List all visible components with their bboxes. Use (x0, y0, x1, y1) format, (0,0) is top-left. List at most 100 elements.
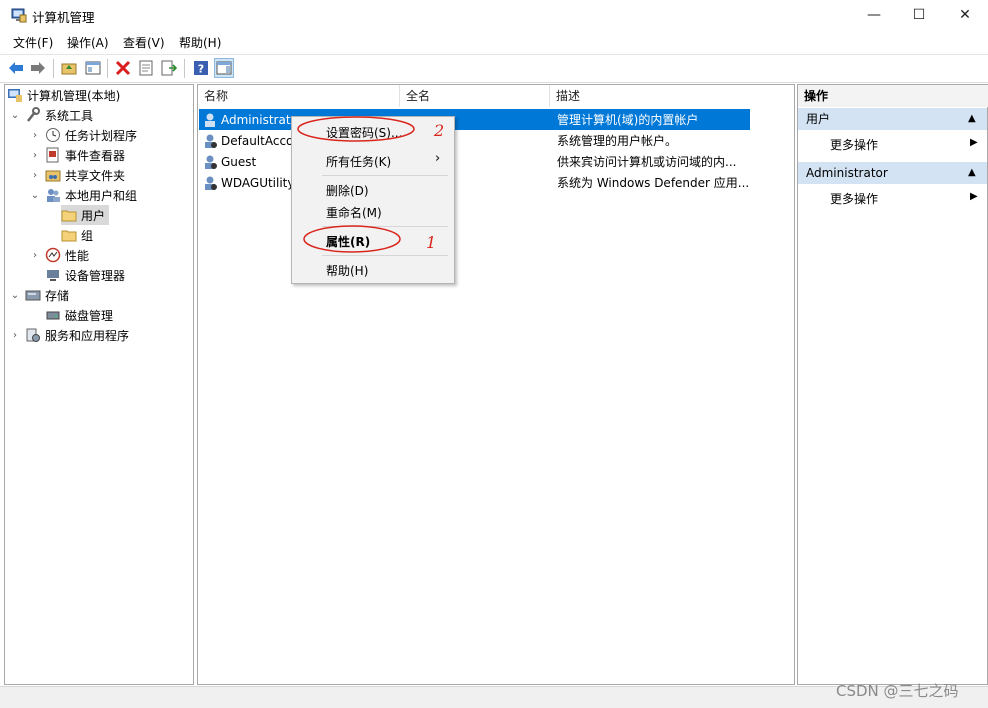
event-viewer-icon (46, 147, 59, 163)
toolbar-separator (107, 59, 108, 78)
chevron-right-icon[interactable]: › (9, 330, 21, 341)
table-row[interactable]: WDAGUtilityAccount 系统为 Windows Defender … (199, 172, 750, 193)
help-button[interactable]: ? (192, 59, 210, 77)
chevron-right-icon[interactable]: › (29, 250, 41, 261)
minimize-button[interactable]: — (851, 0, 897, 30)
clock-icon (46, 128, 60, 142)
disabled-user-icon (205, 134, 217, 148)
device-manager-icon (47, 270, 59, 281)
collapse-up-icon[interactable]: ▲ (968, 162, 976, 184)
actions-section-administrator[interactable]: Administrator ▲ (798, 162, 987, 184)
actions-section-users[interactable]: 用户 ▲ (798, 108, 987, 130)
forward-button[interactable] (29, 59, 47, 77)
annotation-ellipse-properties (303, 225, 401, 253)
chevron-right-icon[interactable]: › (29, 150, 41, 161)
menu-file[interactable]: 文件(F) (13, 34, 53, 51)
back-arrow-icon (9, 62, 23, 74)
watermark: CSDN @三七之码 (836, 682, 959, 700)
tree-item-groups[interactable]: 组 (61, 225, 93, 245)
shared-folder-icon (45, 170, 61, 182)
actions-pane: 操作 用户 ▲ 更多操作 ▶ Administrator ▲ 更多操作 ▶ (797, 84, 988, 685)
menu-view[interactable]: 查看(V) (123, 34, 165, 51)
window-title: 计算机管理 (32, 10, 95, 25)
tree-label: 设备管理器 (65, 268, 126, 283)
action-more-actions-administrator[interactable]: 更多操作 (830, 190, 878, 207)
back-button[interactable] (7, 59, 25, 77)
tree-label: 共享文件夹 (65, 168, 126, 183)
row-description: 系统为 Windows Defender 应用... (557, 176, 750, 190)
toolbar-separator (53, 59, 54, 78)
storage-icon (25, 290, 41, 301)
minimize-icon: — (867, 7, 881, 23)
folder-icon (61, 230, 77, 242)
row-name: Guest (221, 154, 257, 169)
tools-icon (27, 107, 40, 122)
tree-label: 组 (81, 228, 94, 243)
column-header-fullname[interactable]: 全名 (400, 85, 550, 107)
tree-label: 本地用户和组 (65, 188, 138, 203)
chevron-down-icon[interactable]: ⌄ (9, 290, 21, 301)
up-level-button[interactable] (60, 59, 78, 77)
row-description: 管理计算机(域)的内置帐户 (557, 113, 699, 127)
close-button[interactable]: ✕ (942, 0, 988, 30)
tree-item-disk-management[interactable]: 磁盘管理 (45, 305, 113, 325)
maximize-button[interactable]: ☐ (896, 0, 942, 30)
console-tree-icon (85, 61, 101, 75)
tree-item-storage[interactable]: ⌄ 存储 (9, 285, 69, 305)
close-icon: ✕ (959, 7, 971, 23)
folder-icon (61, 210, 77, 222)
table-row[interactable]: Administrator 管理计算机(域)的内置帐户 (199, 109, 750, 130)
tree-label: 系统工具 (45, 108, 94, 123)
section-label: Administrator (806, 166, 888, 180)
tree-item-event-viewer[interactable]: › 事件查看器 (29, 145, 125, 165)
users-group-icon (47, 189, 60, 202)
column-header-description[interactable]: 描述 (550, 85, 794, 107)
tree-label: 用户 (81, 208, 106, 223)
action-more-actions-users[interactable]: 更多操作 (830, 136, 878, 153)
disabled-user-icon (205, 155, 217, 169)
chevron-down-icon[interactable]: ⌄ (9, 110, 21, 121)
menu-item-help[interactable]: 帮助(H) (326, 262, 368, 279)
export-icon (161, 60, 177, 76)
folder-up-icon (61, 63, 77, 75)
annotation-number-2: 2 (434, 121, 445, 140)
chevron-right-icon[interactable]: › (29, 130, 41, 141)
services-icon (26, 328, 40, 342)
tree-item-users[interactable]: 用户 (61, 205, 110, 225)
column-header-name[interactable]: 名称 (198, 85, 400, 107)
menu-help[interactable]: 帮助(H) (179, 34, 221, 51)
section-label: 用户 (806, 112, 831, 126)
chevron-down-icon[interactable]: ⌄ (29, 190, 41, 201)
tree-item-local-users-groups[interactable]: ⌄ 本地用户和组 (29, 185, 137, 205)
row-description: 系统管理的用户帐户。 (557, 134, 678, 148)
forward-arrow-icon (31, 62, 45, 74)
tree-item-system-tools[interactable]: ⌄ 系统工具 (9, 105, 93, 125)
tree-item-task-scheduler[interactable]: › 任务计划程序 (29, 125, 137, 145)
tree-label: 存储 (45, 288, 70, 303)
submenu-arrow-icon: ▶ (970, 191, 978, 202)
tree-item-services-apps[interactable]: › 服务和应用程序 (9, 325, 129, 345)
title-bar: 计算机管理 — ☐ ✕ (0, 0, 988, 30)
help-icon: ? (194, 61, 208, 76)
show-hide-tree-button[interactable] (84, 59, 102, 77)
table-row[interactable]: Guest 供来宾访问计算机或访问域的内... (199, 151, 750, 172)
chevron-right-icon[interactable]: › (29, 170, 41, 181)
computer-management-icon (8, 89, 22, 102)
tree-item-device-manager[interactable]: 设备管理器 (45, 265, 125, 285)
submenu-arrow-icon: ▶ (970, 137, 978, 148)
properties-icon (139, 60, 153, 76)
collapse-up-icon[interactable]: ▲ (968, 108, 976, 130)
show-action-pane-button[interactable] (214, 58, 234, 78)
delete-button[interactable] (114, 59, 132, 77)
action-pane-icon (216, 61, 232, 75)
tree-item-shared-folders[interactable]: › 共享文件夹 (29, 165, 125, 185)
table-row[interactable]: DefaultAccount 系统管理的用户帐户。 (199, 130, 750, 151)
tree-item-performance[interactable]: › 性能 (29, 245, 89, 265)
menu-action[interactable]: 操作(A) (67, 34, 109, 51)
tree-label: 服务和应用程序 (45, 328, 130, 343)
export-list-button[interactable] (160, 59, 178, 77)
toolbar-separator (184, 59, 185, 78)
properties-button[interactable] (137, 59, 155, 77)
tree-item-root[interactable]: 计算机管理(本地) (7, 85, 120, 105)
tree-label: 磁盘管理 (65, 308, 114, 323)
